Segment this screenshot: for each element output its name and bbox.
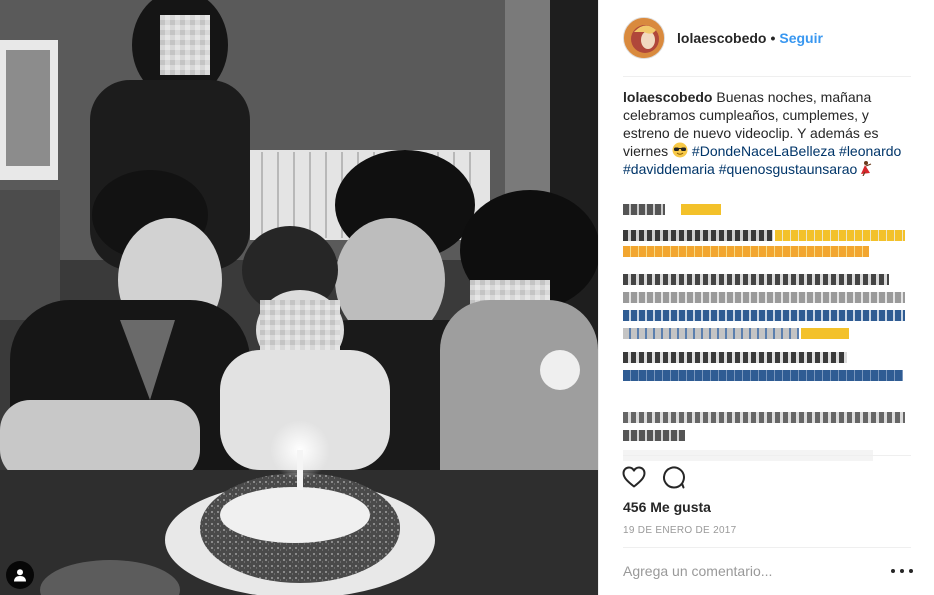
dot <box>891 569 895 573</box>
blurred-comment <box>623 328 799 339</box>
blurred-comment <box>775 230 905 241</box>
blurred-comment <box>623 310 905 321</box>
header-text: lolaescobedo • Seguir <box>677 30 823 46</box>
comment-divider <box>623 547 911 548</box>
blurred-comment <box>801 328 849 339</box>
blurred-comment <box>623 352 847 363</box>
more-options-button[interactable] <box>891 563 913 579</box>
avatar-image <box>624 18 664 58</box>
user-tag-icon <box>14 569 26 582</box>
blurred-comment <box>681 204 721 215</box>
blurred-comment <box>623 370 903 381</box>
action-bar <box>621 464 687 490</box>
actions-divider <box>623 455 911 456</box>
blurred-comment <box>623 430 685 441</box>
post-date[interactable]: 19 DE ENERO DE 2017 <box>623 525 737 536</box>
dancer-emoji-icon <box>861 161 872 176</box>
blurred-comment <box>623 274 889 285</box>
post-caption: lolaescobedo Buenas noches, mañana celeb… <box>623 88 913 178</box>
blurred-comment <box>623 204 665 215</box>
blurred-comment <box>623 230 773 241</box>
sunglasses-emoji-icon <box>672 142 688 158</box>
header-divider <box>623 76 911 77</box>
blurred-comment <box>623 412 905 423</box>
hashtag-link[interactable]: #quenosgustaunsarao <box>719 161 858 177</box>
dot <box>909 569 913 573</box>
comments-list <box>623 196 911 466</box>
caption-username[interactable]: lolaescobedo <box>623 89 712 105</box>
photo-image <box>0 0 598 595</box>
hashtag-link[interactable]: #DondeNaceLaBelleza <box>692 143 835 159</box>
likes-count[interactable]: 456 Me gusta <box>623 499 711 515</box>
hashtag-link[interactable]: #daviddemaria <box>623 161 715 177</box>
tag-user-button[interactable] <box>6 561 34 589</box>
follow-button[interactable]: Seguir <box>779 30 823 46</box>
post-photo[interactable] <box>0 0 598 595</box>
hashtag-link[interactable]: #leonardo <box>839 143 901 159</box>
header-separator: • <box>770 30 776 46</box>
blurred-comment <box>623 246 869 257</box>
dot <box>900 569 904 573</box>
add-comment-input[interactable] <box>623 561 873 581</box>
post-header: lolaescobedo • Seguir <box>599 0 934 76</box>
post-side-panel: lolaescobedo • Seguir lolaescobedo Buenas … <box>598 0 934 595</box>
header-username[interactable]: lolaescobedo <box>677 30 766 46</box>
avatar[interactable] <box>623 17 665 59</box>
comment-bubble-icon[interactable] <box>661 464 687 490</box>
blurred-comment <box>623 292 905 303</box>
heart-icon[interactable] <box>621 464 647 490</box>
